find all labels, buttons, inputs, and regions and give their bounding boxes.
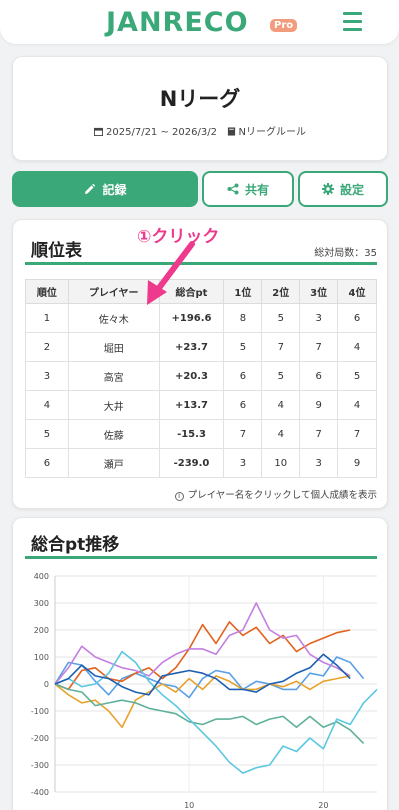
table-row: 6 瀬戸 -239.0 3 10 3 9: [25, 448, 377, 478]
total-pt-cell: +13.7: [158, 390, 225, 420]
share-button-label: 共有: [244, 182, 269, 197]
second-count-cell: 10: [261, 448, 301, 478]
second-count-cell: 5: [261, 361, 301, 391]
league-title: Nリーグ: [159, 87, 241, 111]
col-header-1st: 1位: [223, 279, 263, 304]
y-tick-label: -200: [31, 734, 49, 743]
book-icon: [227, 127, 235, 136]
fourth-count-cell: 4: [337, 332, 377, 362]
rank-cell: 1: [25, 303, 69, 333]
first-count-cell: 3: [223, 448, 263, 478]
table-row: 5 佐藤 -15.3 7 4 7 7: [25, 419, 377, 449]
third-count-cell: 3: [299, 448, 339, 478]
ranking-title-underline: [25, 262, 377, 265]
total-pt-cell: -239.0: [158, 448, 225, 478]
player-name-link[interactable]: 堀田: [67, 332, 160, 362]
record-button[interactable]: 記録: [12, 171, 198, 207]
x-tick-label: 20: [318, 801, 328, 810]
record-button-label: 記録: [102, 182, 127, 197]
fourth-count-cell: 5: [337, 361, 377, 391]
first-count-cell: 7: [223, 419, 263, 449]
table-row: 2 堀田 +23.7 5 7 7 4: [25, 332, 377, 362]
share-icon: [227, 183, 239, 195]
hint-text: プレイヤー名をクリックして個人成績を表示: [187, 490, 377, 501]
y-tick-label: -400: [31, 788, 49, 797]
first-count-cell: 6: [223, 361, 263, 391]
total-pt-cell: -15.3: [158, 419, 225, 449]
pro-badge: Pro: [270, 19, 298, 32]
table-row: 3 高宮 +20.3 6 5 6 5: [25, 361, 377, 391]
gear-icon: [321, 183, 334, 195]
second-count-cell: 4: [261, 390, 301, 420]
fourth-count-cell: 6: [337, 303, 377, 333]
third-count-cell: 9: [299, 390, 339, 420]
y-tick-label: -300: [31, 761, 49, 770]
fourth-count-cell: 9: [337, 448, 377, 478]
trend-line-chart: 400 300 200 100 0 -100 -200 -300 -400 10 20: [31, 572, 378, 810]
third-count-cell: 6: [299, 361, 339, 391]
app-header: JANRECO Pro: [0, 0, 399, 44]
settings-button-label: 設定: [339, 182, 364, 197]
first-count-cell: 5: [223, 332, 263, 362]
trend-title-underline: [25, 556, 377, 559]
rank-cell: 4: [25, 390, 69, 420]
rank-cell: 2: [25, 332, 69, 362]
third-count-cell: 3: [299, 303, 339, 333]
col-header-3rd: 3位: [299, 279, 339, 304]
ranking-title: 順位表: [31, 241, 82, 261]
y-tick-label: -100: [31, 707, 49, 716]
app-logo[interactable]: JANRECO: [106, 7, 249, 38]
league-period: 2025/7/21 ~ 2026/3/2: [106, 127, 217, 138]
share-button[interactable]: 共有: [202, 171, 294, 207]
third-count-cell: 7: [299, 419, 339, 449]
settings-button[interactable]: 設定: [298, 171, 388, 207]
y-tick-label: 100: [34, 653, 49, 662]
trend-title: 総合pt推移: [31, 535, 120, 555]
y-tick-label: 0: [44, 680, 49, 689]
series-line-5: [54, 683, 365, 744]
total-pt-cell: +23.7: [158, 332, 225, 362]
player-name-link[interactable]: 大井: [67, 390, 160, 420]
second-count-cell: 4: [261, 419, 301, 449]
hamburger-menu-icon[interactable]: [343, 12, 363, 31]
y-tick-label: 300: [34, 599, 49, 608]
fourth-count-cell: 7: [337, 419, 377, 449]
table-row: 1 佐々木 +196.6 8 5 3 6: [25, 303, 377, 333]
ranking-table: 順位 プレイヤー 総合pt 1位 2位 3位 4位 1 佐々木 +196.6 8…: [25, 279, 377, 478]
fourth-count-cell: 4: [337, 390, 377, 420]
second-count-cell: 5: [261, 303, 301, 333]
y-tick-label: 400: [34, 572, 49, 581]
third-count-cell: 7: [299, 332, 339, 362]
player-name-link[interactable]: 高宮: [67, 361, 160, 391]
col-header-2nd: 2位: [261, 279, 301, 304]
pointer-arrow-icon: [147, 241, 195, 305]
ranking-card: 順位表 総対局数：35 順位 プレイヤー 総合pt 1位 2位 3位 4位 1 …: [12, 219, 388, 509]
ranking-header-row: 順位 プレイヤー 総合pt 1位 2位 3位 4位: [25, 279, 377, 304]
col-header-rank: 順位: [25, 279, 69, 304]
info-icon: i: [174, 492, 184, 501]
col-header-4th: 4位: [337, 279, 377, 304]
league-rule: Nリーグルール: [238, 127, 306, 138]
first-count-cell: 8: [223, 303, 263, 333]
rank-cell: 5: [25, 419, 69, 449]
league-card: Nリーグ 2025/7/21 ~ 2026/3/2 Nリーグルール: [12, 56, 388, 161]
first-count-cell: 6: [223, 390, 263, 420]
y-tick-label: 200: [34, 626, 49, 635]
player-click-hint: i プレイヤー名をクリックして個人成績を表示: [174, 487, 377, 501]
total-games: 総対局数：35: [314, 248, 377, 259]
rank-cell: 3: [25, 361, 69, 391]
pencil-icon: [85, 183, 96, 194]
player-name-link[interactable]: 瀬戸: [67, 448, 160, 478]
table-row: 4 大井 +13.7 6 4 9 4: [25, 390, 377, 420]
calendar-icon: [94, 127, 104, 136]
x-tick-label: 10: [184, 801, 194, 810]
player-name-link[interactable]: 佐藤: [67, 419, 160, 449]
league-meta: 2025/7/21 ~ 2026/3/2 Nリーグルール: [13, 123, 387, 138]
second-count-cell: 7: [261, 332, 301, 362]
total-pt-cell: +20.3: [158, 361, 225, 391]
trend-card: 総合pt推移 400 300 200 100 0 -100 -200 -300 -400 10 20: [12, 517, 388, 810]
rank-cell: 6: [25, 448, 69, 478]
